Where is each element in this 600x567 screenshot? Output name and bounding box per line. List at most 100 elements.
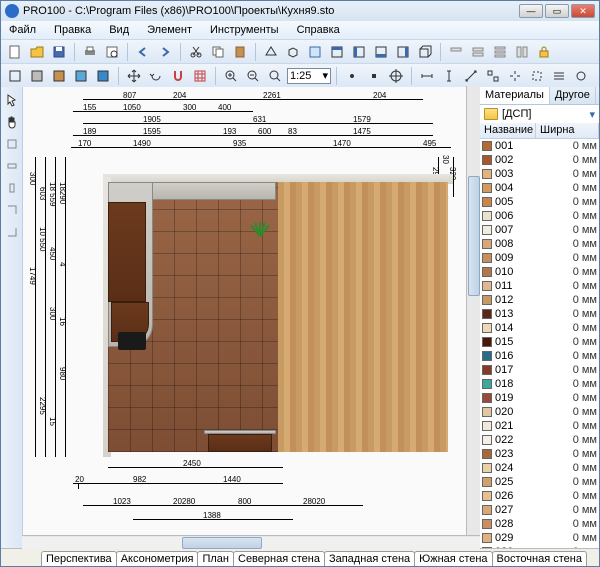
- tab-materials[interactable]: Материалы: [480, 87, 550, 104]
- close-button[interactable]: ✕: [571, 4, 595, 18]
- material-row[interactable]: 0060 мм: [480, 209, 599, 223]
- material-row[interactable]: 0290 мм: [480, 531, 599, 545]
- vtab-south[interactable]: Южная стена: [414, 551, 492, 566]
- texture-icon[interactable]: [49, 66, 69, 86]
- material-row[interactable]: 0120 мм: [480, 293, 599, 307]
- viewport[interactable]: 807 204 2261 204 155 1050 300 400 1905 6…: [23, 87, 479, 548]
- vtab-north[interactable]: Северная стена: [233, 551, 325, 566]
- rotate-icon[interactable]: [146, 66, 166, 86]
- render2-icon[interactable]: [93, 66, 113, 86]
- dim4-icon[interactable]: [483, 66, 503, 86]
- shape1-icon[interactable]: [3, 135, 21, 153]
- floor-plan[interactable]: [108, 182, 448, 482]
- material-row[interactable]: 0140 мм: [480, 321, 599, 335]
- cabinet-1[interactable]: [108, 202, 146, 302]
- snap2-icon[interactable]: [364, 66, 384, 86]
- shape3-icon[interactable]: [3, 179, 21, 197]
- grid-icon[interactable]: [190, 66, 210, 86]
- dim2-icon[interactable]: [439, 66, 459, 86]
- center-icon[interactable]: [386, 66, 406, 86]
- material-row[interactable]: 0110 мм: [480, 279, 599, 293]
- material-row[interactable]: 0190 мм: [480, 391, 599, 405]
- view-w-icon[interactable]: [349, 42, 369, 62]
- menu-element[interactable]: Элемент: [143, 23, 196, 37]
- select-icon[interactable]: [3, 91, 21, 109]
- vtab-plan[interactable]: План: [197, 551, 234, 566]
- view-3d-icon[interactable]: [415, 42, 435, 62]
- vtab-axo[interactable]: Аксонометрия: [116, 551, 199, 566]
- paste-icon[interactable]: [230, 42, 250, 62]
- shade-icon[interactable]: [27, 66, 47, 86]
- redo-icon[interactable]: [155, 42, 175, 62]
- layer1-icon[interactable]: [446, 42, 466, 62]
- scale-dropdown[interactable]: 1:25▾: [287, 68, 331, 84]
- layer3-icon[interactable]: [490, 42, 510, 62]
- view-persp-icon[interactable]: [261, 42, 281, 62]
- view-n-icon[interactable]: [327, 42, 347, 62]
- print-icon[interactable]: [80, 42, 100, 62]
- dropdown-icon[interactable]: ▾: [589, 108, 595, 121]
- folder-row[interactable]: [ДСП] ▾: [480, 105, 599, 123]
- material-row[interactable]: 0040 мм: [480, 181, 599, 195]
- dim3-icon[interactable]: [461, 66, 481, 86]
- material-row[interactable]: 0030 мм: [480, 167, 599, 181]
- menu-view[interactable]: Вид: [105, 23, 133, 37]
- col-width[interactable]: Ширна: [536, 123, 599, 138]
- render1-icon[interactable]: [71, 66, 91, 86]
- view-e-icon[interactable]: [393, 42, 413, 62]
- material-row[interactable]: 0090 мм: [480, 251, 599, 265]
- material-row[interactable]: 0100 мм: [480, 265, 599, 279]
- shape2-icon[interactable]: [3, 157, 21, 175]
- dim8-icon[interactable]: [571, 66, 591, 86]
- zoom-fit-icon[interactable]: [265, 66, 285, 86]
- maximize-button[interactable]: ▭: [545, 4, 569, 18]
- preview-icon[interactable]: [102, 42, 122, 62]
- material-row[interactable]: 0200 мм: [480, 405, 599, 419]
- view-s-icon[interactable]: [371, 42, 391, 62]
- material-row[interactable]: 0250 мм: [480, 475, 599, 489]
- copy-icon[interactable]: [208, 42, 228, 62]
- material-row[interactable]: 0160 мм: [480, 349, 599, 363]
- material-row[interactable]: 0130 мм: [480, 307, 599, 321]
- snap1-icon[interactable]: [342, 66, 362, 86]
- vertical-scrollbar[interactable]: [466, 87, 480, 535]
- cooktop[interactable]: [118, 332, 146, 350]
- material-row[interactable]: 0260 мм: [480, 489, 599, 503]
- plant[interactable]: [248, 222, 272, 246]
- hand-icon[interactable]: [3, 113, 21, 131]
- vtab-east[interactable]: Восточная стена: [492, 551, 587, 566]
- material-row[interactable]: 0240 мм: [480, 461, 599, 475]
- material-row[interactable]: 0010 мм: [480, 139, 599, 153]
- tab-other[interactable]: Другое: [550, 87, 596, 104]
- zoom-in-icon[interactable]: [221, 66, 241, 86]
- menu-help[interactable]: Справка: [293, 23, 344, 37]
- open-icon[interactable]: [27, 42, 47, 62]
- minimize-button[interactable]: —: [519, 4, 543, 18]
- material-row[interactable]: 0280 мм: [480, 517, 599, 531]
- material-row[interactable]: 0170 мм: [480, 363, 599, 377]
- wire-icon[interactable]: [5, 66, 25, 86]
- menu-tools[interactable]: Инструменты: [206, 23, 283, 37]
- material-row[interactable]: 0180 мм: [480, 377, 599, 391]
- materials-list[interactable]: 0010 мм0020 мм0030 мм0040 мм0050 мм0060 …: [480, 139, 599, 548]
- undo-icon[interactable]: [133, 42, 153, 62]
- cut-icon[interactable]: [186, 42, 206, 62]
- material-row[interactable]: 0270 мм: [480, 503, 599, 517]
- magnet-icon[interactable]: [168, 66, 188, 86]
- dim5-icon[interactable]: [505, 66, 525, 86]
- material-row[interactable]: 0150 мм: [480, 335, 599, 349]
- horizontal-scrollbar[interactable]: [22, 535, 480, 549]
- material-row[interactable]: 0230 мм: [480, 447, 599, 461]
- vtab-perspective[interactable]: Перспектива: [41, 551, 117, 566]
- tab-more[interactable]: ⋮: [596, 87, 599, 104]
- shape5-icon[interactable]: [3, 223, 21, 241]
- material-row[interactable]: 0220 мм: [480, 433, 599, 447]
- menu-edit[interactable]: Правка: [50, 23, 95, 37]
- shape4-icon[interactable]: [3, 201, 21, 219]
- cabinet-bottom[interactable]: [208, 434, 272, 452]
- zoom-out-icon[interactable]: [243, 66, 263, 86]
- dim1-icon[interactable]: [417, 66, 437, 86]
- material-row[interactable]: 0080 мм: [480, 237, 599, 251]
- dim6-icon[interactable]: [527, 66, 547, 86]
- layer4-icon[interactable]: [512, 42, 532, 62]
